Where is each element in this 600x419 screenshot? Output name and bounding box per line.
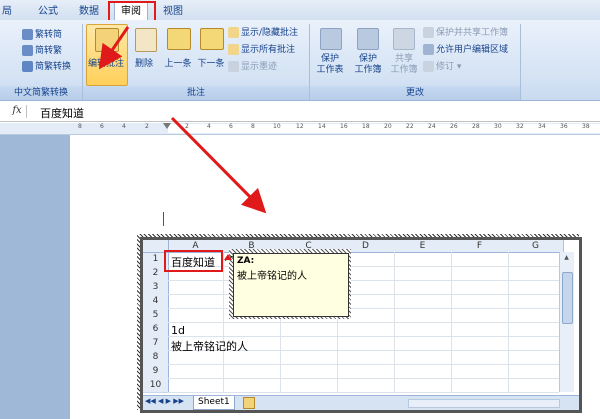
- arrow-to-sheet: [170, 116, 267, 214]
- annotation-arrows: [98, 26, 267, 214]
- arrow-to-edit-comment: [98, 26, 130, 70]
